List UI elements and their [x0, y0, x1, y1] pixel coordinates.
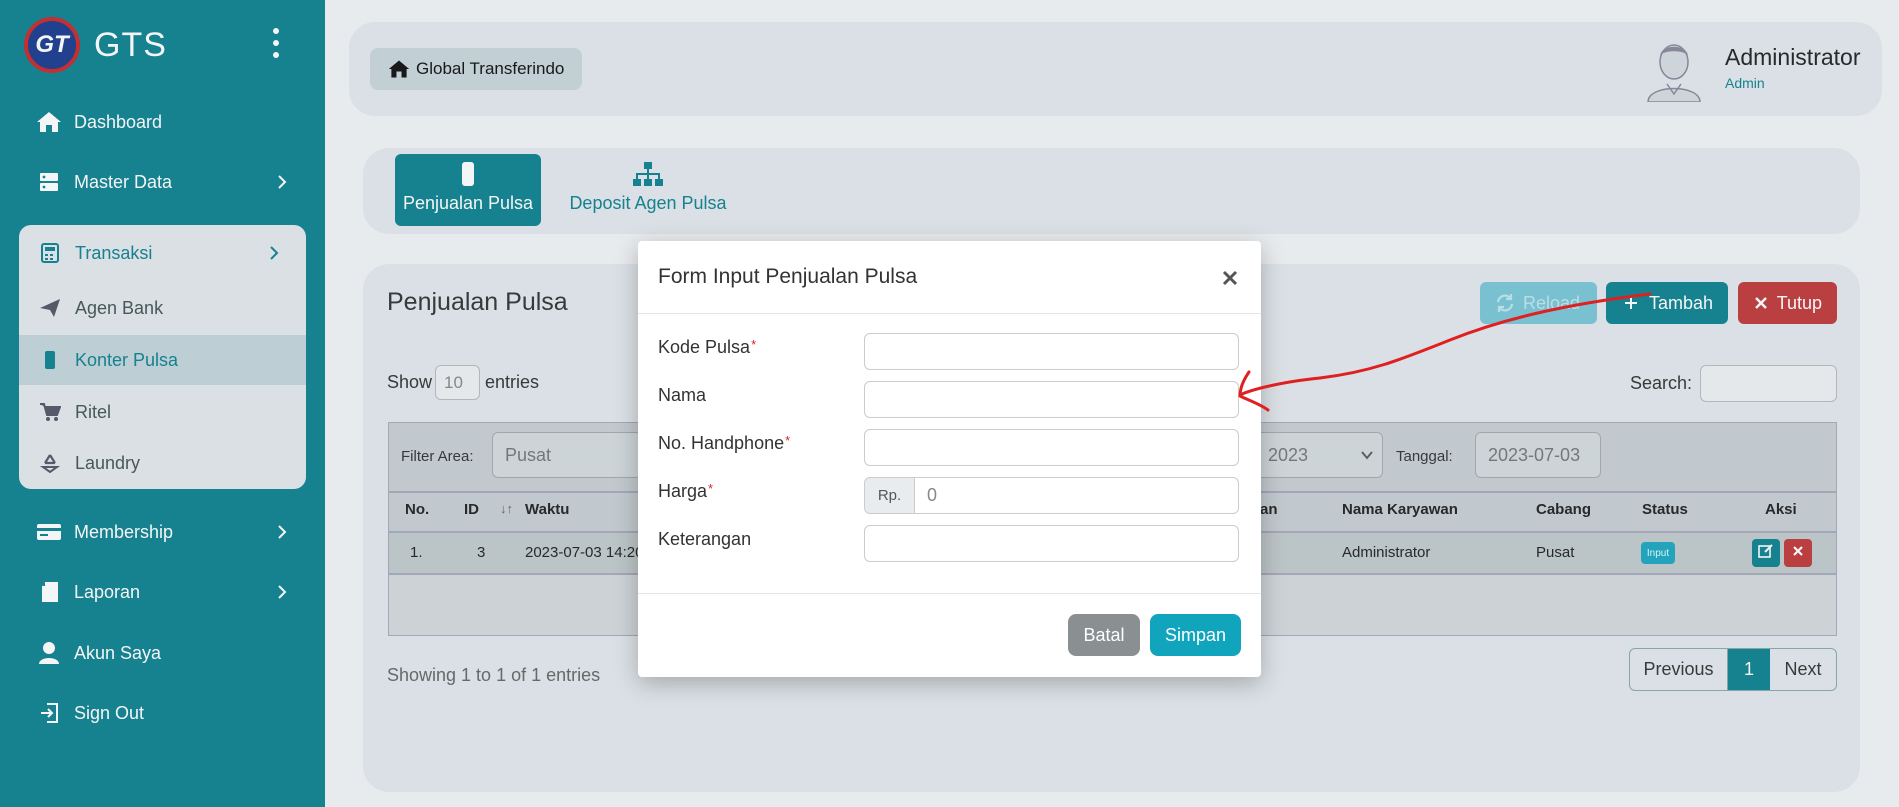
close-icon — [1222, 270, 1238, 286]
nama-input[interactable] — [864, 381, 1239, 418]
keterangan-input[interactable] — [864, 525, 1239, 562]
modal-title: Form Input Penjualan Pulsa — [658, 265, 918, 288]
required-mark: * — [751, 337, 757, 352]
batal-button[interactable]: Batal — [1068, 614, 1140, 656]
no-handphone-label: No. Handphone* — [658, 433, 791, 453]
keterangan-label: Keterangan — [658, 529, 752, 549]
harga-label: Harga* — [658, 481, 714, 501]
modal-footer-divider — [638, 593, 1261, 594]
simpan-button[interactable]: Simpan — [1150, 614, 1241, 656]
harga-prefix: Rp. — [864, 477, 915, 514]
harga-input[interactable]: 0 — [914, 477, 1239, 514]
modal-header-divider — [638, 313, 1261, 314]
nama-label: Nama — [658, 385, 707, 405]
required-mark: * — [785, 433, 791, 448]
form-modal: Form Input Penjualan Pulsa Kode Pulsa* N… — [638, 241, 1261, 677]
kode-pulsa-input[interactable] — [864, 333, 1239, 370]
modal-close-button[interactable] — [1221, 263, 1243, 286]
kode-pulsa-label: Kode Pulsa* — [658, 337, 757, 357]
required-mark: * — [708, 481, 714, 496]
no-handphone-input[interactable] — [864, 429, 1239, 466]
